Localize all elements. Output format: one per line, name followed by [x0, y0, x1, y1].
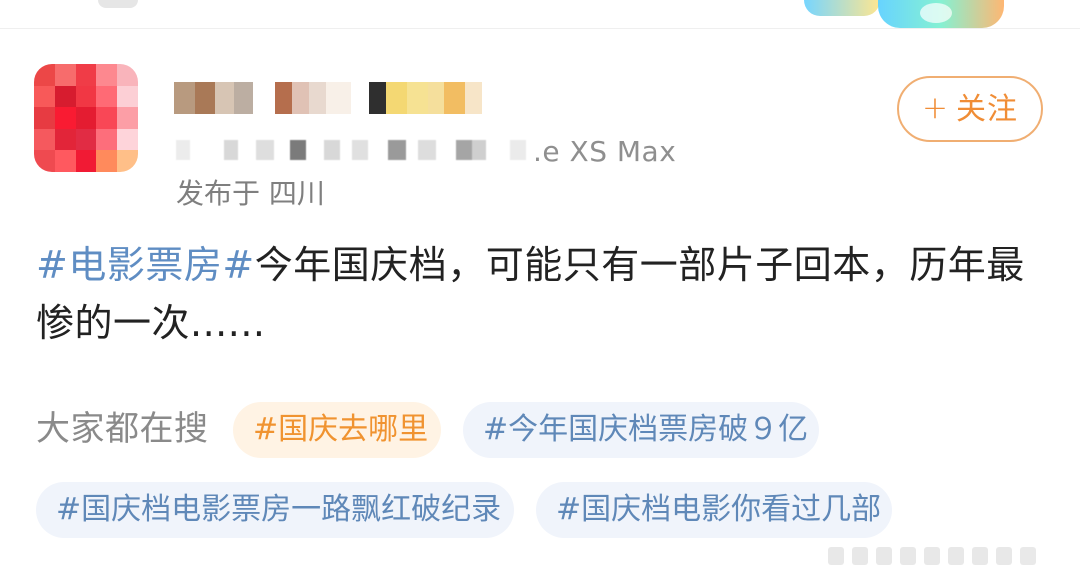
avatar-pixel — [34, 150, 55, 172]
search-tag-box-office-record[interactable]: #国庆档电影票房一路飘红破纪录 — [36, 482, 514, 538]
avatar-pixel — [96, 107, 118, 129]
avatar-pixel — [117, 128, 138, 151]
username-pixel — [386, 82, 407, 114]
device-pixel — [418, 140, 436, 160]
avatar-pixel — [117, 85, 138, 108]
user-avatar[interactable] — [34, 64, 138, 172]
avatar-pixel — [96, 150, 118, 172]
avatar-pixel — [75, 128, 97, 151]
device-pixel — [510, 140, 526, 160]
avatar-pixel — [54, 150, 76, 172]
watermark-mark — [924, 547, 940, 565]
post-text-line-1: 今年国庆档，可能只有一部片子回本，历年最 — [254, 243, 1025, 287]
follow-label: 关注 — [955, 92, 1018, 127]
device-pixel — [388, 140, 406, 160]
device-gap — [368, 140, 388, 160]
device-gap — [486, 140, 510, 160]
username-pixel — [275, 82, 293, 114]
username-pixel — [292, 82, 310, 114]
username-pixel — [427, 82, 445, 114]
device-gap — [274, 140, 290, 160]
avatar-pixel — [96, 64, 118, 86]
username-pixel — [444, 82, 466, 114]
avatar-pixel — [54, 85, 76, 108]
device-pixel — [456, 140, 472, 160]
post-text-line-2: 惨的一次...... — [36, 301, 266, 345]
username-gap — [252, 82, 276, 114]
device-pixel — [224, 140, 238, 160]
device-source-text: .e XS Max — [533, 135, 677, 168]
weibo-post-page: .e XS Max 发布于 四川 + 关注 #电影票房#今年国庆档，可能只有一部片… — [0, 0, 1080, 584]
plus-icon: + — [922, 90, 949, 126]
avatar-pixel — [75, 150, 97, 172]
watermark-mark — [900, 547, 916, 565]
username-pixel — [194, 82, 216, 114]
follow-button[interactable]: + 关注 — [897, 76, 1043, 142]
watermark-mark — [876, 547, 892, 565]
everyone-is-searching-section: 大家都在搜 #国庆去哪里 #今年国庆档票房破９亿 #国庆档电影票房一路飘红破纪录… — [36, 399, 1056, 549]
watermark-mark — [1020, 547, 1036, 565]
username-gap — [350, 82, 370, 114]
watermark-mark — [972, 547, 988, 565]
username-pixel — [234, 82, 253, 114]
search-tag-national-day-where[interactable]: #国庆去哪里 — [233, 402, 441, 458]
avatar-pixel — [96, 128, 118, 151]
movie-box-office-hashtag[interactable]: #电影票房# — [36, 243, 255, 287]
device-gap — [406, 140, 418, 160]
avatar-pixel — [54, 107, 76, 129]
username-pixel — [215, 82, 235, 114]
avatar-pixel — [34, 64, 55, 86]
search-tag-box-office-nine-hundred-million[interactable]: #今年国庆档票房破９亿 — [463, 402, 819, 458]
device-pixel — [256, 140, 274, 160]
top-navigation-strip — [0, 0, 1080, 29]
device-gap — [238, 140, 256, 160]
username-pixel — [369, 82, 387, 114]
avatar-pixel — [54, 128, 76, 151]
post-source-row: .e XS Max — [176, 134, 696, 168]
avatar-pixel — [75, 107, 97, 129]
watermark-mark — [828, 547, 844, 565]
location-text: 发布于 四川 — [176, 177, 325, 210]
device-gap — [436, 140, 456, 160]
post-text: #电影票房#今年国庆档，可能只有一部片子回本，历年最 惨的一次...... — [36, 236, 1046, 352]
device-pixel — [324, 140, 340, 160]
watermark-mark — [996, 547, 1012, 565]
device-pixel — [352, 140, 368, 160]
post-location-row: 发布于 四川 — [176, 176, 376, 212]
pixelated-username[interactable] — [174, 82, 483, 120]
avatar-pixel — [34, 107, 55, 129]
avatar-pixel — [75, 64, 97, 86]
watermark-pattern — [828, 547, 1060, 569]
banner-highlight — [920, 3, 952, 23]
device-pixel — [472, 140, 486, 160]
watermark-mark — [852, 547, 868, 565]
username-pixel — [465, 82, 483, 114]
username-pixel — [326, 82, 351, 114]
search-section-label: 大家都在搜 — [36, 409, 209, 449]
device-gap — [190, 140, 224, 160]
avatar-pixel — [54, 64, 76, 86]
username-pixel — [174, 82, 195, 114]
device-pixel — [290, 140, 306, 160]
watermark-mark — [948, 547, 964, 565]
device-gap — [340, 140, 352, 160]
device-gap — [306, 140, 324, 160]
banner-decoration-left — [804, 0, 880, 16]
search-tag-movies-watched[interactable]: #国庆档电影你看过几部 — [536, 482, 892, 538]
avatar-pixel — [117, 150, 138, 172]
avatar-pixel — [75, 85, 97, 108]
avatar-pixel — [117, 64, 138, 86]
device-pixel — [176, 140, 190, 160]
top-banner-image — [804, 0, 1004, 28]
username-pixel — [406, 82, 428, 114]
username-pixel — [309, 82, 327, 114]
avatar-pixel — [96, 85, 118, 108]
pixelated-device-source — [176, 138, 536, 162]
avatar-pixel — [34, 85, 55, 108]
avatar-pixel — [117, 107, 138, 129]
top-status-indicator — [98, 0, 138, 8]
avatar-pixel — [34, 128, 55, 151]
